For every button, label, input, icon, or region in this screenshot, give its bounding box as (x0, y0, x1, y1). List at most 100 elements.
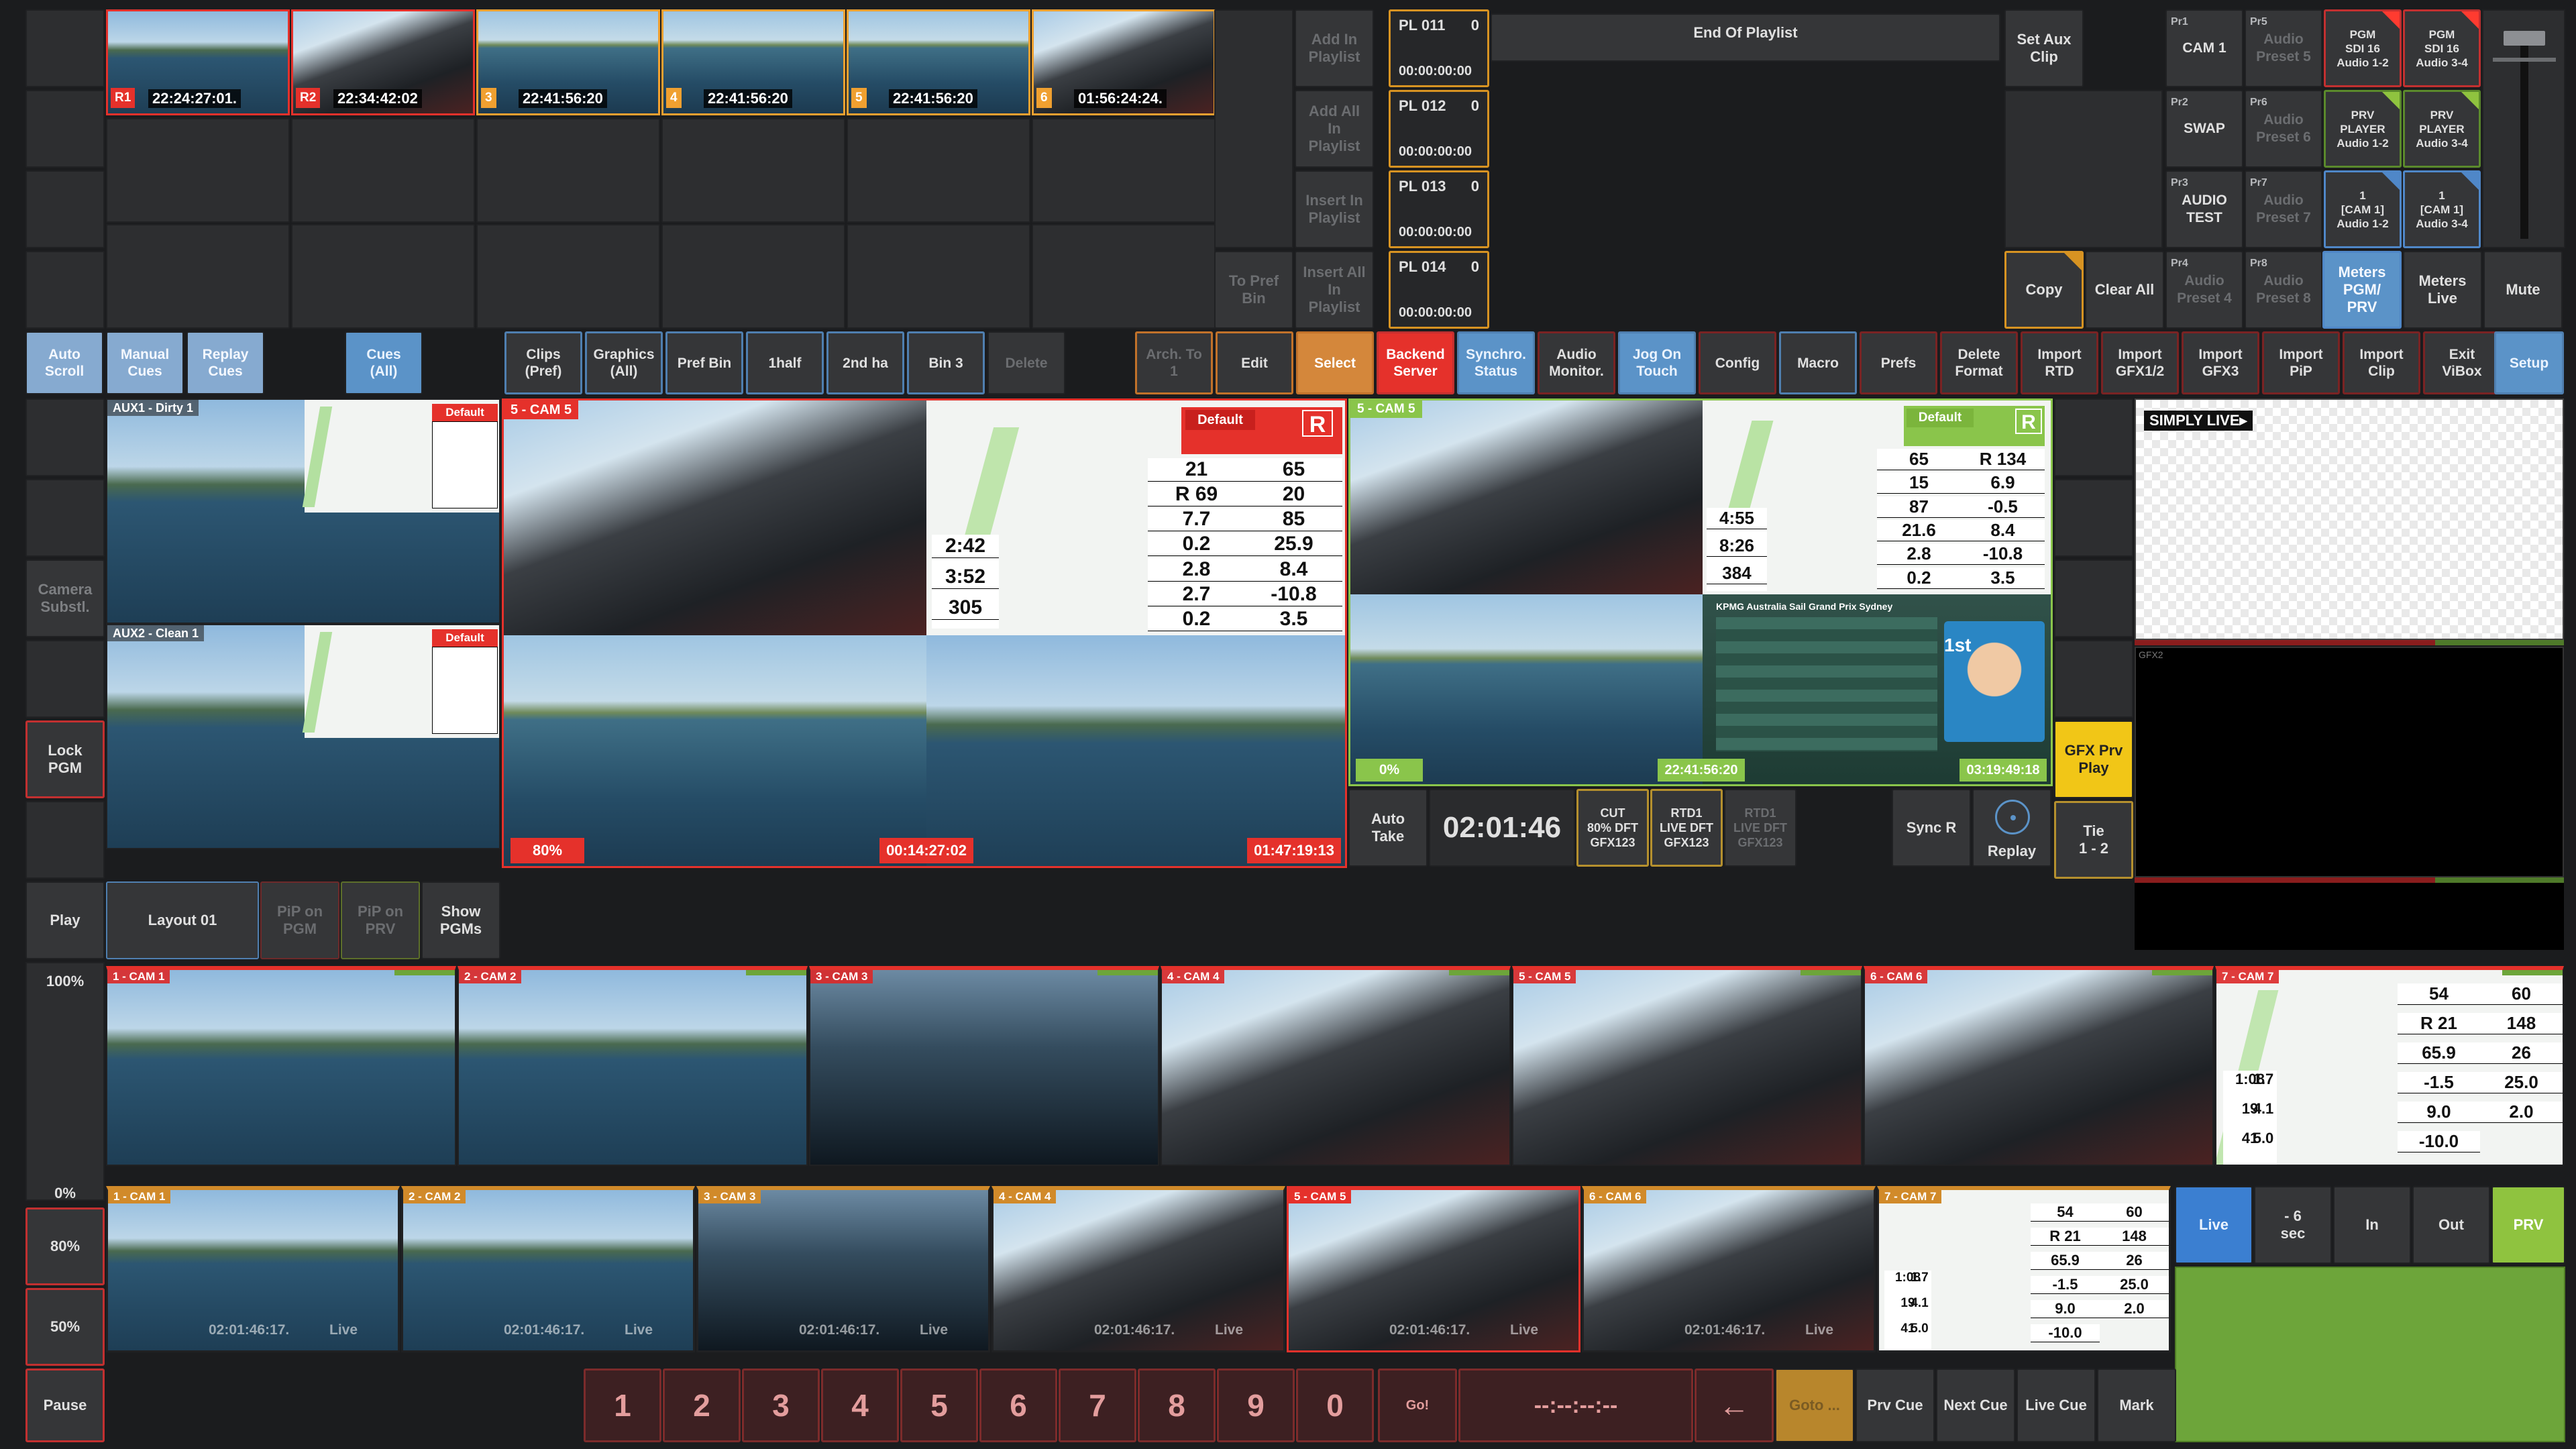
toolbar-manual-cues-button[interactable]: Manual Cues (106, 331, 184, 394)
show-pgms-button[interactable]: Show PGMs (421, 881, 500, 959)
playlist-entry[interactable]: PL 012 0 00:00:00:00 (1389, 90, 1489, 168)
audio-output-button[interactable]: 1 [CAM 1] Audio 3-4 (2403, 170, 2481, 248)
speed-lever[interactable]: 100% 0% (25, 962, 105, 1201)
clip-thumbnail-1[interactable]: R1 22:24:27:01. (106, 9, 290, 115)
keypad-key-8[interactable]: 8 (1138, 1368, 1216, 1442)
cut-button[interactable]: CUT 80% DFT GFX123 (1576, 789, 1649, 867)
live-camera-4[interactable]: 4 - CAM 4 (1161, 966, 1511, 1166)
clip-slot-empty[interactable] (291, 224, 475, 329)
toolbar-import-clip-button[interactable]: Import Clip (2343, 331, 2420, 394)
clip-thumbnail-4[interactable]: 4 22:41:56:20 (661, 9, 845, 115)
to-pref-bin-button[interactable]: To Pref Bin (1214, 251, 1293, 329)
meters-live-button[interactable]: Meters Live (2403, 251, 2482, 329)
tie-button[interactable]: Tie 1 - 2 (2054, 801, 2133, 879)
left-cell-2[interactable] (25, 90, 105, 168)
replay-camera-7[interactable]: 7 - CAM 7 54 60 R 21 148 65.9 26 -1.5 25.0 9.0 2.0… (1877, 1186, 2171, 1352)
keypad-key-6[interactable]: 6 (979, 1368, 1057, 1442)
clip-slot-empty[interactable] (476, 224, 660, 329)
pip-on-prv-button[interactable]: PiP on PRV (341, 881, 420, 959)
toolbar-import-gfx12-button[interactable]: Import GFX1/2 (2101, 331, 2179, 394)
replay-camera-5[interactable]: 5 - CAM 5 02:01:46:17. Live (1287, 1186, 1580, 1352)
add-in-playlist-button[interactable]: Add In Playlist (1295, 9, 1374, 87)
playlist-entry[interactable]: PL 013 0 00:00:00:00 (1389, 170, 1489, 248)
fader-knob[interactable] (2504, 31, 2545, 46)
in-button[interactable]: In (2333, 1186, 2411, 1264)
keypad-key-1[interactable]: 1 (584, 1368, 661, 1442)
preset-button[interactable]: Pr5 Audio Preset 5 (2245, 9, 2322, 87)
pause-button[interactable]: Pause (25, 1368, 105, 1442)
aux1-multiview[interactable]: Default AUX1 - Dirty 1 (106, 398, 500, 624)
keypad-key-0[interactable]: 0 (1296, 1368, 1374, 1442)
keypad-key-3[interactable]: 3 (742, 1368, 820, 1442)
toolbar-jog-button[interactable]: Jog On Touch (1618, 331, 1696, 394)
insert-in-playlist-button[interactable]: Insert In Playlist (1295, 170, 1374, 248)
toolbar-pref-bin-button[interactable]: Pref Bin (665, 331, 743, 394)
toolbar-auto-scroll-button[interactable]: Auto Scroll (25, 331, 103, 394)
toolbar-exit-vibox-button[interactable]: Exit ViBox (2423, 331, 2501, 394)
add-all-in-playlist-button[interactable]: Add All In Playlist (1295, 90, 1374, 168)
preset-button[interactable]: Pr7 Audio Preset 7 (2245, 170, 2322, 248)
clip-thumbnail-3[interactable]: 3 22:41:56:20 (476, 9, 660, 115)
replay-camera-4[interactable]: 4 - CAM 4 02:01:46:17. Live (991, 1186, 1285, 1352)
toolbar-setup-button[interactable]: Setup (2494, 331, 2564, 394)
toolbar-cues-all-button[interactable]: Cues (All) (345, 331, 423, 394)
clip-slot-empty[interactable] (847, 118, 1030, 223)
meters-pgm-prv-button[interactable]: Meters PGM/ PRV (2322, 251, 2402, 329)
play-button[interactable]: Play (25, 881, 105, 959)
backspace-button[interactable]: ← (1695, 1368, 1774, 1442)
insert-all-in-playlist-button[interactable]: Insert All In Playlist (1295, 251, 1374, 329)
goto-button[interactable]: Goto ... (1775, 1368, 1854, 1442)
toolbar-replay-cues-button[interactable]: Replay Cues (186, 331, 264, 394)
gfx-prv-play-button[interactable]: GFX Prv Play (2054, 720, 2133, 798)
left-cell-3[interactable] (25, 170, 105, 248)
live-camera-7[interactable]: 7 - CAM 7 54 60 R 21 148 65.9 26 -1.5 25.0 9.0 2.0… (2215, 966, 2564, 1166)
toolbar-delete-format-button[interactable]: Delete Format (1940, 331, 2018, 394)
replay-button[interactable]: Replay (1972, 789, 2051, 867)
layout-button[interactable]: Layout 01 (106, 881, 259, 959)
toolbar-config-button[interactable]: Config (1699, 331, 1776, 394)
toolbar-synchro-button[interactable]: Synchro. Status (1457, 331, 1535, 394)
preset-button[interactable]: Pr2 SWAP (2165, 90, 2243, 168)
minus-6-sec-button[interactable]: - 6 sec (2254, 1186, 2332, 1264)
pip-on-pgm-button[interactable]: PiP on PGM (260, 881, 339, 959)
replay-camera-1[interactable]: 1 - CAM 1 02:01:46:17. Live (106, 1186, 400, 1352)
toolbar-clips-pref-button[interactable]: Clips (Pref) (504, 331, 582, 394)
left-cell-4[interactable] (25, 251, 105, 329)
auto-take-button[interactable]: Auto Take (1348, 789, 1428, 867)
copy-button[interactable]: Copy (2004, 251, 2084, 329)
toolbar-graphics-all-button[interactable]: Graphics (All) (585, 331, 663, 394)
toolbar-prefs-button[interactable]: Prefs (1860, 331, 1937, 394)
toolbar-1half-button[interactable]: 1half (746, 331, 824, 394)
toolbar-import-gfx3-button[interactable]: Import GFX3 (2182, 331, 2259, 394)
live-camera-6[interactable]: 6 - CAM 6 (1864, 966, 2214, 1166)
camera-substitute-button[interactable]: Camera Substl. (25, 559, 105, 637)
clip-thumbnail-6[interactable]: 6 01:56:24:24. (1032, 9, 1216, 115)
keypad-key-9[interactable]: 9 (1217, 1368, 1295, 1442)
preset-button[interactable]: Pr8 Audio Preset 8 (2245, 251, 2322, 329)
sync-r-button[interactable]: Sync R (1892, 789, 1971, 867)
toolbar-audio-monitor-button[interactable]: Audio Monitor. (1538, 331, 1615, 394)
go-button[interactable]: Go! (1378, 1368, 1457, 1442)
clip-slot-empty[interactable] (1032, 118, 1216, 223)
prv-monitor[interactable]: Default R 65 R 134 15 6.9 87 -0.5 21.6 8.4 2.8 -1… (1348, 398, 2053, 786)
live-button[interactable]: Live (2175, 1186, 2253, 1264)
toolbar-arch-to-button[interactable]: Arch. To 1 (1135, 331, 1213, 394)
lock-pgm-button[interactable]: Lock PGM (25, 720, 105, 798)
clear-all-button[interactable]: Clear All (2085, 251, 2164, 329)
keypad-key-2[interactable]: 2 (663, 1368, 741, 1442)
live-camera-1[interactable]: 1 - CAM 1 (106, 966, 456, 1166)
out-button[interactable]: Out (2412, 1186, 2490, 1264)
playlist-entry[interactable]: PL 014 0 00:00:00:00 (1389, 251, 1489, 329)
jog-area[interactable] (2175, 1267, 2565, 1442)
keypad-key-5[interactable]: 5 (900, 1368, 978, 1442)
keypad-key-4[interactable]: 4 (821, 1368, 899, 1442)
speed-50-button[interactable]: 50% (25, 1288, 105, 1366)
toolbar-bin3-button[interactable]: Bin 3 (907, 331, 985, 394)
preset-button[interactable]: Pr1 CAM 1 (2165, 9, 2243, 87)
replay-camera-2[interactable]: 2 - CAM 2 02:01:46:17. Live (401, 1186, 695, 1352)
live-camera-5[interactable]: 5 - CAM 5 (1512, 966, 1862, 1166)
clip-slot-empty[interactable] (106, 118, 290, 223)
toolbar-edit-button[interactable]: Edit (1216, 331, 1293, 394)
preset-button[interactable]: Pr4 Audio Preset 4 (2165, 251, 2243, 329)
audio-output-button[interactable]: PGM SDI 16 Audio 1-2 (2324, 9, 2402, 87)
